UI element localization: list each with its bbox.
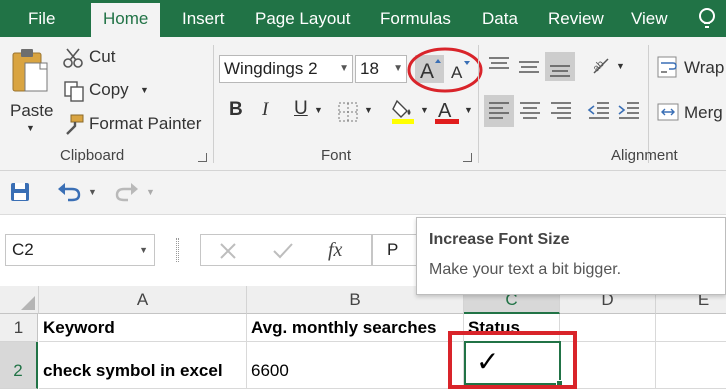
tab-insert[interactable]: Insert — [182, 0, 225, 37]
confirm-entry-icon[interactable] — [272, 241, 294, 261]
merge-center-icon — [657, 103, 679, 121]
cancel-entry-icon[interactable] — [218, 241, 238, 261]
paste-button[interactable]: Paste ▼ — [2, 43, 54, 141]
italic-button[interactable]: I — [262, 99, 268, 121]
undo-icon[interactable] — [56, 181, 82, 203]
clipboard-group-label: Clipboard — [60, 147, 125, 164]
merge-center-button[interactable]: Merg — [684, 103, 723, 123]
font-color-dropdown-arrow[interactable]: ▼ — [464, 105, 473, 115]
orientation-icon[interactable]: ab — [590, 55, 614, 79]
tab-formulas[interactable]: Formulas — [380, 0, 451, 37]
tab-file[interactable]: File — [28, 0, 55, 37]
chevron-down-icon: ▼ — [339, 63, 349, 74]
font-size-combo[interactable]: 18 ▼ — [355, 55, 407, 83]
group-separator — [213, 45, 214, 163]
align-right-icon[interactable] — [549, 100, 573, 122]
align-center-icon[interactable] — [518, 100, 542, 122]
cell-a2[interactable]: check symbol in excel — [39, 342, 247, 389]
copy-dropdown-arrow[interactable]: ▼ — [140, 85, 149, 95]
middle-align-icon[interactable] — [517, 55, 541, 77]
format-painter-icon — [66, 114, 84, 135]
underline-button[interactable]: U — [294, 98, 308, 120]
font-color-icon[interactable]: A — [434, 97, 460, 125]
insert-function-icon[interactable]: fx — [328, 239, 342, 262]
cell-e1[interactable] — [656, 314, 726, 342]
paste-dropdown-arrow[interactable]: ▼ — [26, 123, 35, 133]
bottom-align-button[interactable] — [545, 52, 575, 81]
alignment-group-label: Alignment — [611, 147, 678, 164]
font-name-combo[interactable]: Wingdings 2 ▼ — [219, 55, 353, 83]
clipboard-dialog-launcher[interactable] — [198, 153, 207, 162]
fill-color-icon[interactable] — [391, 97, 417, 125]
column-header-a[interactable]: A — [39, 286, 247, 314]
cell-a1[interactable]: Keyword — [39, 314, 247, 342]
bottom-align-icon — [550, 65, 570, 77]
group-separator — [478, 45, 479, 163]
font-name-value: Wingdings 2 — [224, 59, 318, 78]
paste-label: Paste — [10, 101, 54, 120]
font-dialog-launcher[interactable] — [463, 153, 472, 162]
row-header-1[interactable]: 1 — [0, 314, 38, 342]
cut-button[interactable]: Cut — [89, 47, 115, 67]
save-icon[interactable] — [10, 182, 30, 202]
undo-dropdown-arrow[interactable]: ▼ — [88, 187, 97, 197]
tab-home[interactable]: Home — [91, 3, 161, 37]
tooltip-title: Increase Font Size — [429, 231, 570, 248]
chevron-down-icon: ▼ — [393, 63, 403, 74]
quick-access-toolbar: ▼ ▼ — [0, 171, 726, 215]
align-left-icon — [489, 102, 509, 119]
name-box[interactable]: C2 ▼ — [5, 234, 155, 266]
redo-dropdown-arrow[interactable]: ▼ — [146, 187, 155, 197]
font-size-value: 18 — [360, 59, 379, 78]
wrap-text-icon — [657, 56, 677, 78]
redo-icon[interactable] — [114, 181, 140, 203]
svg-text:A: A — [438, 100, 452, 122]
cell-b2[interactable]: 6600 — [247, 342, 464, 389]
annotation-box — [448, 331, 577, 389]
underline-dropdown-arrow[interactable]: ▼ — [314, 105, 323, 115]
borders-icon[interactable] — [337, 101, 359, 123]
paste-icon — [12, 49, 48, 92]
svg-text:ab: ab — [591, 58, 607, 74]
annotation-circle — [407, 47, 483, 93]
cell-b1[interactable]: Avg. monthly searches — [247, 314, 464, 342]
increase-font-size-tooltip: Increase Font Size Make your text a bit … — [416, 217, 726, 295]
row-header-2[interactable]: 2 — [0, 342, 38, 389]
borders-dropdown-arrow[interactable]: ▼ — [364, 105, 373, 115]
bold-button[interactable]: B — [229, 99, 243, 121]
orientation-dropdown-arrow[interactable]: ▼ — [616, 61, 625, 71]
formula-bar-splitter[interactable] — [176, 238, 179, 262]
tab-view[interactable]: View — [631, 0, 668, 37]
wrap-text-button[interactable]: Wrap — [684, 58, 724, 78]
tab-data[interactable]: Data — [482, 0, 518, 37]
tab-page-layout[interactable]: Page Layout — [255, 0, 350, 37]
chevron-down-icon: ▼ — [139, 245, 148, 255]
formula-input-value: P — [387, 240, 399, 259]
scissors-icon — [63, 48, 83, 68]
tab-review[interactable]: Review — [548, 0, 604, 37]
group-separator — [648, 45, 649, 163]
tooltip-body: Make your text a bit bigger. — [429, 261, 622, 278]
align-left-button[interactable] — [484, 95, 514, 127]
select-all-triangle-icon — [21, 296, 35, 310]
fill-color-dropdown-arrow[interactable]: ▼ — [420, 105, 429, 115]
ribbon-home: Paste ▼ Cut Copy ▼ Format Painter Clipbo… — [0, 37, 726, 171]
select-all-corner[interactable] — [0, 286, 39, 314]
name-box-value: C2 — [12, 240, 34, 259]
ribbon-tab-bar: File Home Insert Page Layout Formulas Da… — [0, 0, 726, 37]
copy-button[interactable]: Copy — [89, 80, 129, 100]
decrease-indent-icon[interactable] — [587, 100, 611, 122]
lightbulb-icon[interactable] — [696, 7, 718, 29]
format-painter-button[interactable]: Format Painter — [89, 114, 201, 134]
cell-e2[interactable] — [656, 342, 726, 389]
worksheet-grid: A B C D E 1 Keyword Avg. monthly searche… — [0, 286, 726, 389]
font-group-label: Font — [321, 147, 352, 164]
copy-icon — [64, 81, 84, 102]
top-align-icon[interactable] — [487, 55, 511, 77]
increase-indent-icon[interactable] — [617, 100, 641, 122]
